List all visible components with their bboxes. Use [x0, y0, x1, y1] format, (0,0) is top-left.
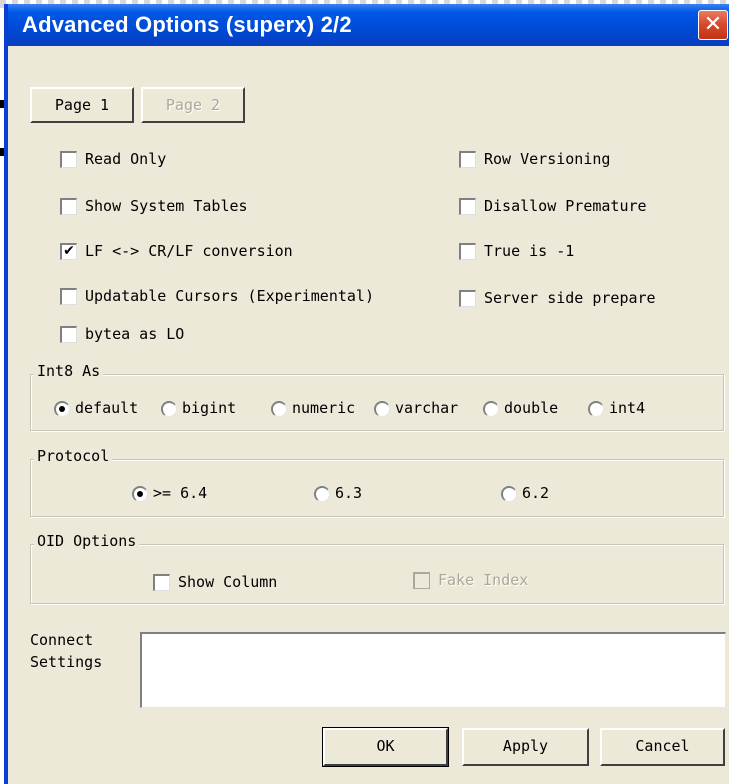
- oid-options-group: [30, 544, 724, 604]
- radio-dot[interactable]: [483, 400, 499, 417]
- radio-label: 6.2: [522, 484, 550, 502]
- protocol-legend: Protocol: [34, 446, 113, 466]
- checkbox-label: Read Only: [85, 150, 167, 168]
- checkmark-icon: ✔: [63, 243, 75, 259]
- radio-label: int4: [609, 399, 646, 417]
- window-title: Advanced Options (superx) 2/2: [22, 12, 352, 37]
- checkbox-box[interactable]: [459, 243, 476, 260]
- page-2-button: Page 2: [141, 87, 245, 123]
- radio-label: double: [504, 399, 559, 417]
- checkbox-box[interactable]: [459, 151, 476, 168]
- checkbox-label: Disallow Premature: [484, 197, 647, 215]
- int8-bigint-radio[interactable]: bigint: [161, 396, 236, 420]
- int8-int4-radio[interactable]: int4: [588, 396, 645, 420]
- ok-button[interactable]: OK: [322, 727, 449, 767]
- radio-dot[interactable]: [374, 400, 390, 417]
- label-line: Settings: [30, 653, 103, 671]
- radio-label: varchar: [395, 399, 459, 417]
- oid-options-legend: OID Options: [34, 531, 140, 551]
- radio-dot[interactable]: [588, 400, 604, 417]
- checkbox-label: Show System Tables: [85, 197, 248, 215]
- close-icon: ✕: [703, 12, 723, 37]
- checkbox-box[interactable]: [459, 290, 476, 307]
- checkbox-label: Updatable Cursors (Experimental): [85, 287, 374, 305]
- true-is-minus-1-checkbox[interactable]: True is -1: [459, 239, 574, 263]
- bytea-as-lo-checkbox[interactable]: bytea as LO: [60, 322, 184, 346]
- checkbox-box[interactable]: [153, 574, 170, 591]
- int8-varchar-radio[interactable]: varchar: [374, 396, 458, 420]
- checkbox-label: Fake Index: [438, 571, 529, 589]
- cancel-button[interactable]: Cancel: [600, 728, 725, 766]
- int8-as-legend: Int8 As: [34, 361, 104, 381]
- row-versioning-checkbox[interactable]: Row Versioning: [459, 147, 610, 171]
- radio-label: 6.3: [335, 484, 363, 502]
- protocol-6-4-radio[interactable]: >= 6.4: [132, 481, 207, 505]
- radio-label: >= 6.4: [153, 484, 208, 502]
- radio-dot[interactable]: [501, 485, 517, 502]
- checkbox-box[interactable]: [60, 326, 77, 343]
- int8-numeric-radio[interactable]: numeric: [271, 396, 355, 420]
- fake-index-checkbox: Fake Index: [413, 568, 528, 592]
- show-column-checkbox[interactable]: Show Column: [153, 570, 277, 594]
- read-only-checkbox[interactable]: Read Only: [60, 147, 166, 171]
- server-side-prepare-checkbox[interactable]: Server side prepare: [459, 286, 656, 310]
- radio-dot[interactable]: [54, 400, 70, 417]
- apply-button[interactable]: Apply: [462, 728, 589, 766]
- lf-crlf-conversion-checkbox[interactable]: ✔ LF <-> CR/LF conversion: [60, 239, 293, 263]
- radio-label: default: [75, 399, 139, 417]
- close-button[interactable]: ✕: [698, 10, 728, 40]
- checkbox-label: Server side prepare: [484, 289, 656, 307]
- radio-dot[interactable]: [271, 400, 287, 417]
- connect-settings-input[interactable]: [140, 632, 726, 708]
- radio-dot[interactable]: [314, 485, 330, 502]
- checkbox-label: LF <-> CR/LF conversion: [85, 242, 293, 260]
- checkbox-box[interactable]: ✔: [60, 243, 77, 260]
- checkbox-box: [413, 572, 430, 589]
- protocol-6-3-radio[interactable]: 6.3: [314, 481, 362, 505]
- checkbox-label: Row Versioning: [484, 150, 611, 168]
- checkbox-box[interactable]: [60, 151, 77, 168]
- updatable-cursors-checkbox[interactable]: Updatable Cursors (Experimental): [60, 284, 374, 308]
- show-system-tables-checkbox[interactable]: Show System Tables: [60, 194, 248, 218]
- advanced-options-dialog: Advanced Options (superx) 2/2 ✕ Page 1 P…: [4, 4, 729, 784]
- int8-double-radio[interactable]: double: [483, 396, 558, 420]
- checkbox-label: Show Column: [178, 573, 278, 591]
- disallow-premature-checkbox[interactable]: Disallow Premature: [459, 194, 647, 218]
- int8-default-radio[interactable]: default: [54, 396, 138, 420]
- radio-dot[interactable]: [161, 400, 177, 417]
- title-bar[interactable]: Advanced Options (superx) 2/2 ✕: [8, 4, 729, 46]
- label-line: Connect: [30, 631, 94, 649]
- checkbox-box[interactable]: [60, 198, 77, 215]
- radio-label: numeric: [292, 399, 356, 417]
- radio-dot[interactable]: [132, 485, 148, 502]
- connect-settings-label: Connect Settings: [30, 629, 120, 673]
- checkbox-box[interactable]: [60, 288, 77, 305]
- checkbox-box[interactable]: [459, 198, 476, 215]
- radio-label: bigint: [182, 399, 237, 417]
- page-1-button[interactable]: Page 1: [30, 87, 134, 123]
- checkbox-label: True is -1: [484, 242, 575, 260]
- protocol-6-2-radio[interactable]: 6.2: [501, 481, 549, 505]
- checkbox-label: bytea as LO: [85, 325, 185, 343]
